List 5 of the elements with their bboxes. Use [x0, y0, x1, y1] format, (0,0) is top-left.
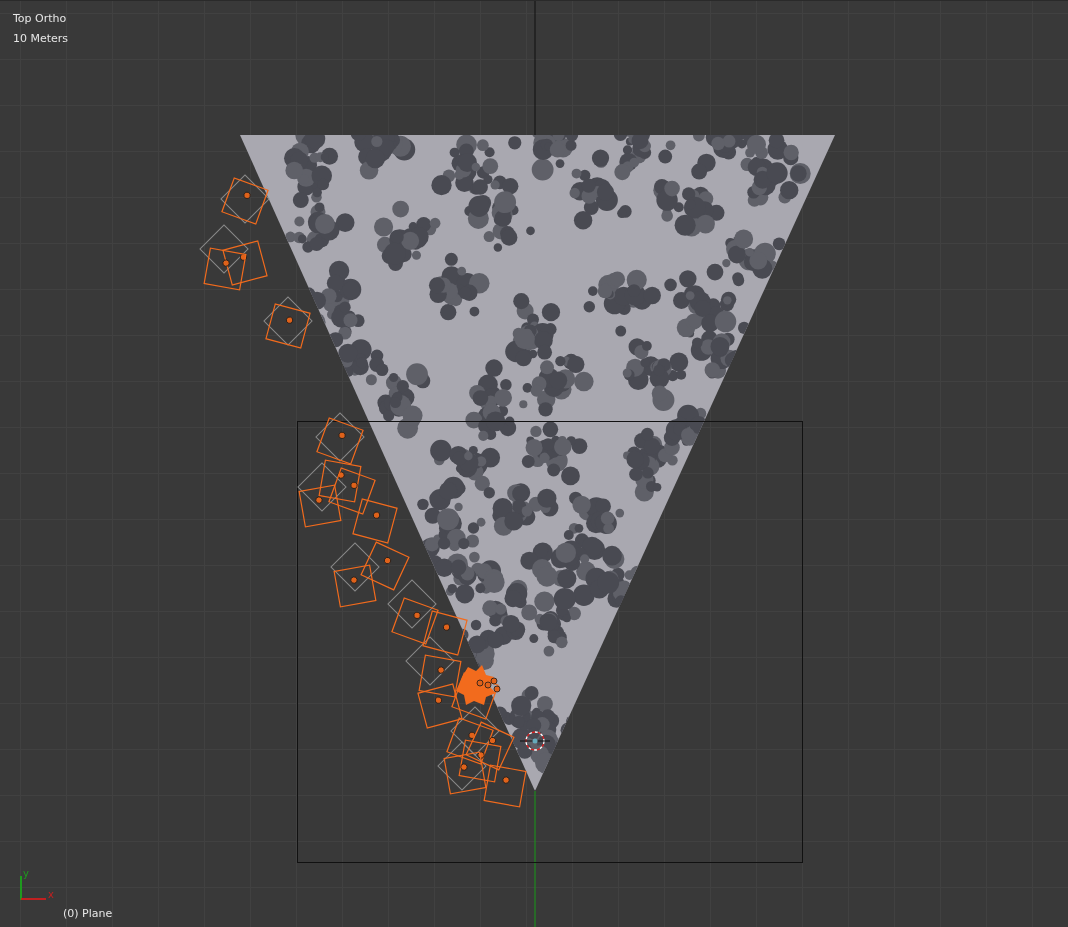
view-name: Top Ortho: [13, 11, 67, 26]
object-info: (0) Plane: [63, 906, 113, 921]
3d-viewport[interactable]: Top Ortho 10 Meters y x (0) Plane: [0, 0, 1068, 927]
3d-cursor-icon: [519, 731, 551, 751]
grid-scale: 10 Meters: [13, 31, 69, 46]
